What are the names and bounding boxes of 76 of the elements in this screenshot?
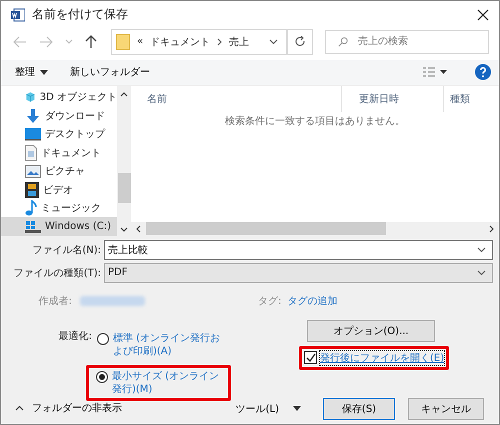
help-icon[interactable] <box>475 64 491 80</box>
sidebar-item[interactable]: ドキュメント <box>1 143 117 162</box>
caret-up-icon <box>15 405 24 412</box>
checkbox-option[interactable]: 発行後にファイルを開く(E) <box>299 346 450 370</box>
sidebar-item[interactable]: Windows (C:) <box>1 217 117 236</box>
address-bar[interactable]: « ドキュメント 売上 <box>111 28 287 55</box>
film-icon <box>25 182 39 198</box>
sidebar-item[interactable]: ミュージック <box>1 198 117 218</box>
search-field[interactable]: 売上の検索 <box>325 30 489 54</box>
folder-icon <box>116 34 130 50</box>
sidebar-scrollbar[interactable] <box>117 86 131 236</box>
field-label: ファイルの種類(T): <box>12 266 102 280</box>
search-icon <box>338 36 348 48</box>
file-name-field[interactable]: 売上比較 <box>104 240 493 260</box>
scroll-up-icon[interactable] <box>120 92 128 97</box>
add-tags-link[interactable]: タグの追加 <box>287 294 338 308</box>
checkbox[interactable] <box>304 351 317 364</box>
save-button[interactable]: 保存(S) <box>323 398 395 420</box>
desktop-icon <box>25 127 41 142</box>
tools-menu-button[interactable]: ツール(L) <box>230 400 307 417</box>
hide-folders-button[interactable]: フォルダーの非表示 <box>9 401 128 416</box>
caret-icon <box>293 406 301 412</box>
checkbox-label[interactable]: 発行後にファイルを開く(E) <box>320 350 444 365</box>
author-label: 作成者: <box>38 294 72 308</box>
breadcrumb-separator-icon <box>217 38 222 46</box>
breadcrumb-item[interactable]: ドキュメント <box>150 34 210 49</box>
dropdown-caret-icon[interactable] <box>477 246 486 253</box>
radio-option[interactable]: 最小サイズ (オンライン発行)(M) <box>86 364 231 401</box>
column-header[interactable]: 名前 <box>131 86 341 112</box>
music-note-icon <box>25 200 37 216</box>
radio-option[interactable]: 標準 (オンライン発行および印刷)(A) <box>92 326 232 363</box>
file-type-dropdown[interactable]: PDF <box>104 262 493 283</box>
breadcrumb-item[interactable]: 売上 <box>229 34 250 49</box>
column-header[interactable]: 種類 <box>444 86 499 112</box>
document-icon <box>25 144 37 161</box>
picture-frame-icon <box>25 164 41 178</box>
caret-icon <box>40 70 48 75</box>
field-label: ファイル名(N): <box>31 244 102 257</box>
blurred-author-value <box>80 296 145 306</box>
scroll-left-icon[interactable] <box>136 224 141 233</box>
sidebar-item[interactable]: デスクトップ <box>1 124 117 144</box>
refresh-icon <box>294 36 306 48</box>
dropdown-caret-icon[interactable] <box>269 38 278 45</box>
optimize-label: 最適化: <box>58 330 92 344</box>
horizontal-scrollbar[interactable] <box>131 222 499 236</box>
sidebar-item[interactable]: 3D オブジェクト <box>1 88 117 106</box>
new-folder-button[interactable]: 新しいフォルダー <box>64 62 156 82</box>
sidebar-item[interactable]: ピクチャ <box>1 162 117 180</box>
down-arrow-icon <box>25 108 41 124</box>
document-app-icon <box>11 8 25 22</box>
radio-button[interactable] <box>96 370 108 383</box>
sidebar-item[interactable]: ビデオ <box>1 180 117 199</box>
file-name-input[interactable]: 売上比較 <box>108 244 477 256</box>
dropdown-caret-icon[interactable] <box>477 270 486 276</box>
view-options-icon[interactable] <box>423 67 447 78</box>
drive-icon <box>25 220 41 234</box>
radio-label[interactable]: 標準 (オンライン発行および印刷)(A) <box>113 332 227 358</box>
column-header[interactable]: 更新日時 <box>341 86 444 112</box>
close-icon[interactable] <box>477 8 489 21</box>
organize-menu-button[interactable]: 整理 <box>9 62 54 82</box>
tags-label: タグ: <box>258 294 282 308</box>
refresh-button[interactable] <box>287 28 313 55</box>
empty-message: 検索条件に一致する項目はありません。 <box>224 114 406 129</box>
scroll-right-icon[interactable] <box>489 224 494 233</box>
options-button[interactable]: オプション(O)... <box>307 320 435 342</box>
scroll-down-icon[interactable] <box>120 226 128 232</box>
breadcrumb-overflow[interactable]: « <box>137 36 144 48</box>
sidebar-item[interactable]: ダウンロード <box>1 106 117 125</box>
scrollbar-thumb[interactable] <box>118 172 130 203</box>
cancel-button[interactable]: キャンセル <box>408 398 484 420</box>
up-arrow-icon[interactable] <box>85 34 97 49</box>
radio-button[interactable] <box>97 332 109 345</box>
search-input[interactable]: 売上の検索 <box>356 35 480 48</box>
radio-label[interactable]: 最小サイズ (オンライン発行)(M) <box>112 370 226 396</box>
scrollbar-thumb[interactable] <box>146 222 386 236</box>
window-title: 名前を付けて保存 <box>32 6 128 24</box>
